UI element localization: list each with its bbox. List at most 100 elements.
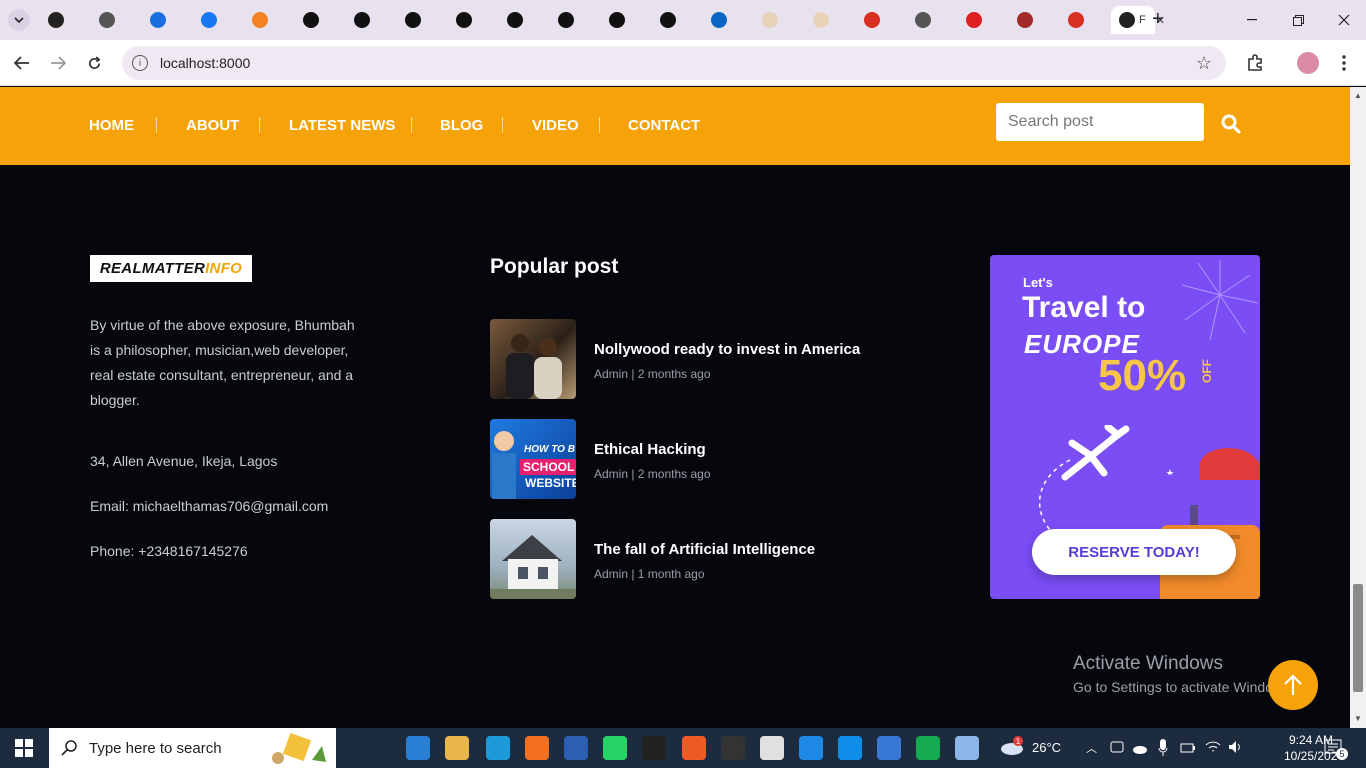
- mail-icon[interactable]: [406, 736, 430, 760]
- store-icon[interactable]: [877, 736, 901, 760]
- mongodb-icon[interactable]: [916, 736, 940, 760]
- volume-icon[interactable]: [1228, 740, 1244, 754]
- task-view-icon[interactable]: [360, 736, 384, 760]
- vscode-icon[interactable]: [799, 736, 823, 760]
- forward-button[interactable]: [46, 51, 70, 75]
- site-info-icon[interactable]: i: [132, 55, 148, 71]
- taskbar-search-box[interactable]: Type here to search: [49, 728, 336, 768]
- nav-home[interactable]: HOME: [89, 117, 134, 134]
- browser-tab[interactable]: [754, 6, 798, 34]
- travel-ad-banner[interactable]: Let's Travel to EUROPE 50% OFF RESERVE T…: [990, 255, 1260, 599]
- nav-about[interactable]: ABOUT: [186, 117, 239, 134]
- nav-blog[interactable]: BLOG: [440, 117, 483, 134]
- close-icon: [1338, 14, 1350, 26]
- post-thumbnail[interactable]: [490, 319, 576, 399]
- edge-icon[interactable]: [486, 736, 510, 760]
- search-icon[interactable]: [1220, 113, 1242, 135]
- profile-avatar[interactable]: [1297, 52, 1319, 74]
- popular-post-item[interactable]: HOW TO B SCHOOL WEBSITE Ethical Hacking …: [490, 419, 930, 499]
- ad-off-text: OFF: [1200, 359, 1214, 383]
- scroll-up-arrow-icon[interactable]: ▲: [1354, 91, 1362, 100]
- popular-post-item[interactable]: The fall of Artificial Intelligence Admi…: [490, 519, 930, 599]
- post-title[interactable]: The fall of Artificial Intelligence: [594, 541, 815, 558]
- popular-post-item[interactable]: Nollywood ready to invest in America Adm…: [490, 319, 930, 399]
- close-window-button[interactable]: [1326, 8, 1362, 32]
- arrow-up-icon: [1284, 674, 1302, 695]
- search-post-input[interactable]: [996, 103, 1204, 141]
- restore-button[interactable]: [1280, 8, 1316, 32]
- thumb-text-line1: HOW TO B: [524, 444, 575, 455]
- browser-tab[interactable]: [703, 6, 747, 34]
- ad-discount-text: 50%: [1098, 351, 1187, 400]
- scroll-to-top-button[interactable]: [1268, 660, 1318, 710]
- browser-tab[interactable]: [601, 6, 645, 34]
- reload-button[interactable]: [82, 51, 106, 75]
- xampp-icon[interactable]: [525, 736, 549, 760]
- browser-tab-active[interactable]: F ✕: [1111, 6, 1165, 34]
- nav-contact[interactable]: CONTACT: [628, 117, 700, 134]
- teamviewer-icon[interactable]: [838, 736, 862, 760]
- postman-icon[interactable]: [682, 736, 706, 760]
- browser-tab[interactable]: [40, 6, 84, 34]
- browser-tab[interactable]: [1060, 6, 1104, 34]
- post-thumbnail[interactable]: HOW TO B SCHOOL WEBSITE: [490, 419, 576, 499]
- browser-tab[interactable]: [193, 6, 237, 34]
- bookmark-star-icon[interactable]: ☆: [1196, 53, 1212, 74]
- extensions-button[interactable]: [1243, 51, 1267, 75]
- meet-now-icon[interactable]: [1110, 740, 1124, 756]
- minimize-button[interactable]: [1234, 8, 1270, 32]
- browser-tab[interactable]: [397, 6, 441, 34]
- browser-menu-button[interactable]: [1332, 51, 1356, 75]
- logo-text-main: REALMATTER: [99, 260, 206, 277]
- post-title[interactable]: Nollywood ready to invest in America: [594, 341, 860, 358]
- browser-tab[interactable]: [805, 6, 849, 34]
- browser-tab[interactable]: [448, 6, 492, 34]
- scrollbar-thumb[interactable]: [1353, 584, 1363, 692]
- weather-temperature[interactable]: 26°C: [1032, 740, 1061, 755]
- tab-favicon-icon: [1017, 12, 1033, 28]
- tab-search-button[interactable]: [8, 9, 30, 31]
- tab-favicon-icon: [762, 12, 778, 28]
- start-button[interactable]: [0, 728, 48, 768]
- file-explorer-icon[interactable]: [445, 736, 469, 760]
- onedrive-icon[interactable]: [1132, 740, 1148, 756]
- browser-tab[interactable]: [550, 6, 594, 34]
- address-bar[interactable]: i localhost:8000 ☆: [122, 46, 1226, 80]
- browser-tab[interactable]: [499, 6, 543, 34]
- watermark-subtitle: Go to Settings to activate Windows.: [1073, 679, 1294, 695]
- whatsapp-icon[interactable]: [603, 736, 627, 760]
- battery-icon[interactable]: [1180, 741, 1196, 755]
- nav-divider: [599, 117, 600, 133]
- chevron-up-icon[interactable]: ︿: [1086, 740, 1097, 756]
- post-thumbnail[interactable]: [490, 519, 576, 599]
- arrow-right-icon: [51, 56, 66, 70]
- browser-tab[interactable]: [244, 6, 288, 34]
- chrome-icon[interactable]: [760, 736, 784, 760]
- post-meta: Admin | 1 month ago: [594, 567, 705, 581]
- browser-tab[interactable]: [91, 6, 135, 34]
- fireworks-icon: [1181, 260, 1259, 341]
- microphone-icon[interactable]: [1158, 739, 1168, 757]
- browser-tab[interactable]: [958, 6, 1002, 34]
- browser-tab[interactable]: [856, 6, 900, 34]
- browser-tab[interactable]: [1009, 6, 1053, 34]
- nav-latest-news[interactable]: LATEST NEWS: [289, 117, 395, 134]
- post-title[interactable]: Ethical Hacking: [594, 441, 706, 458]
- scroll-down-arrow-icon[interactable]: ▼: [1354, 714, 1362, 723]
- browser-tab[interactable]: [652, 6, 696, 34]
- browser-tab[interactable]: [142, 6, 186, 34]
- obs-icon[interactable]: [721, 736, 745, 760]
- back-button[interactable]: [10, 51, 34, 75]
- reserve-today-button[interactable]: RESERVE TODAY!: [1032, 529, 1236, 575]
- capcut-icon[interactable]: [642, 736, 666, 760]
- nav-video[interactable]: VIDEO: [532, 117, 579, 134]
- new-tab-button[interactable]: +: [1152, 8, 1172, 32]
- browser-tab[interactable]: [295, 6, 339, 34]
- page-scrollbar[interactable]: ▲ ▼: [1350, 87, 1366, 728]
- word-icon[interactable]: [564, 736, 588, 760]
- notepad-icon[interactable]: [955, 736, 979, 760]
- browser-tab[interactable]: [346, 6, 390, 34]
- site-logo[interactable]: REALMATTER INFO: [90, 255, 252, 282]
- wifi-icon[interactable]: [1205, 740, 1221, 754]
- browser-tab[interactable]: [907, 6, 951, 34]
